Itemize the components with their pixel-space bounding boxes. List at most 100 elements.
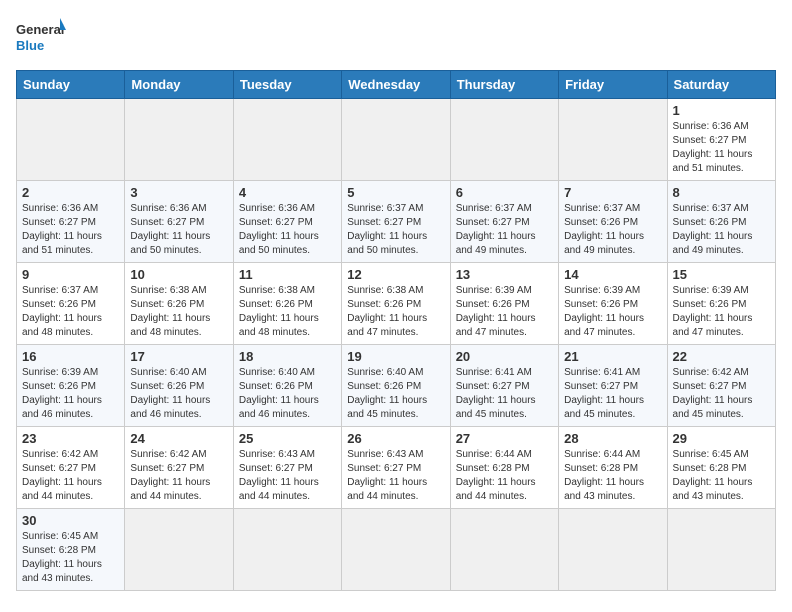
day-info: Sunrise: 6:45 AM Sunset: 6:28 PM Dayligh… [22,530,119,586]
calendar-cell: 27Sunrise: 6:44 AM Sunset: 6:28 PM Dayli… [450,427,558,509]
day-number: 14 [564,267,661,282]
logo-svg: General Blue [16,16,66,60]
day-info: Sunrise: 6:41 AM Sunset: 6:27 PM Dayligh… [564,366,661,422]
day-info: Sunrise: 6:36 AM Sunset: 6:27 PM Dayligh… [22,202,119,258]
day-info: Sunrise: 6:36 AM Sunset: 6:27 PM Dayligh… [673,120,770,176]
day-number: 11 [239,267,336,282]
day-info: Sunrise: 6:39 AM Sunset: 6:26 PM Dayligh… [564,284,661,340]
day-number: 19 [347,349,444,364]
weekday-header: Saturday [667,71,775,99]
day-number: 27 [456,431,553,446]
calendar-cell: 6 Sunrise: 6:37 AM Sunset: 6:27 PM Daylig… [450,181,558,263]
calendar-cell: 26 Sunrise: 6:43 AM Sunset: 6:27 PM Dayli… [342,427,450,509]
day-info: Sunrise: 6:36 AM Sunset: 6:27 PM Dayligh… [239,202,336,258]
day-info: Sunrise: 6:44 AM Sunset: 6:28 PM Dayligh… [564,448,661,504]
calendar-cell: 17 Sunrise: 6:40 AM Sunset: 6:26 PM Dayli… [125,345,233,427]
calendar-cell: 12 Sunrise: 6:38 AM Sunset: 6:26 PM Dayli… [342,263,450,345]
calendar-cell: 8Sunrise: 6:37 AM Sunset: 6:26 PM Daylig… [667,181,775,263]
day-info: Sunrise: 6:38 AM Sunset: 6:26 PM Dayligh… [347,284,444,340]
calendar-cell: 2 Sunrise: 6:36 AM Sunset: 6:27 PM Daylig… [17,181,125,263]
calendar-cell: 25 Sunrise: 6:43 AM Sunset: 6:27 PM Dayli… [233,427,341,509]
calendar-cell [233,99,341,181]
day-number: 4 [239,185,336,200]
calendar-cell [559,509,667,591]
calendar-cell: 14 Sunrise: 6:39 AM Sunset: 6:26 PM Dayli… [559,263,667,345]
page-header: General Blue [16,16,776,60]
day-info: Sunrise: 6:37 AM Sunset: 6:26 PM Dayligh… [22,284,119,340]
day-number: 15 [673,267,770,282]
day-info: Sunrise: 6:40 AM Sunset: 6:26 PM Dayligh… [130,366,227,422]
day-number: 17 [130,349,227,364]
day-number: 3 [130,185,227,200]
day-info: Sunrise: 6:45 AM Sunset: 6:28 PM Dayligh… [673,448,770,504]
day-number: 20 [456,349,553,364]
day-info: Sunrise: 6:39 AM Sunset: 6:26 PM Dayligh… [456,284,553,340]
day-number: 16 [22,349,119,364]
day-number: 22 [673,349,770,364]
calendar-cell: 21Sunrise: 6:41 AM Sunset: 6:27 PM Dayli… [559,345,667,427]
calendar-cell: 9 Sunrise: 6:37 AM Sunset: 6:26 PM Daylig… [17,263,125,345]
calendar-cell: 19 Sunrise: 6:40 AM Sunset: 6:26 PM Dayli… [342,345,450,427]
day-number: 5 [347,185,444,200]
day-number: 13 [456,267,553,282]
calendar-cell [125,509,233,591]
svg-text:General: General [16,22,64,37]
day-number: 2 [22,185,119,200]
day-info: Sunrise: 6:43 AM Sunset: 6:27 PM Dayligh… [239,448,336,504]
calendar-cell [667,509,775,591]
day-info: Sunrise: 6:37 AM Sunset: 6:26 PM Dayligh… [564,202,661,258]
day-number: 18 [239,349,336,364]
day-number: 25 [239,431,336,446]
day-number: 26 [347,431,444,446]
day-info: Sunrise: 6:39 AM Sunset: 6:26 PM Dayligh… [673,284,770,340]
weekday-header: Friday [559,71,667,99]
calendar-cell: 22Sunrise: 6:42 AM Sunset: 6:27 PM Dayli… [667,345,775,427]
calendar-cell: 11 Sunrise: 6:38 AM Sunset: 6:26 PM Dayli… [233,263,341,345]
calendar-cell: 7 Sunrise: 6:37 AM Sunset: 6:26 PM Daylig… [559,181,667,263]
weekday-header: Tuesday [233,71,341,99]
day-number: 24 [130,431,227,446]
day-number: 7 [564,185,661,200]
day-info: Sunrise: 6:40 AM Sunset: 6:26 PM Dayligh… [347,366,444,422]
calendar-cell: 5 Sunrise: 6:37 AM Sunset: 6:27 PM Daylig… [342,181,450,263]
day-info: Sunrise: 6:37 AM Sunset: 6:27 PM Dayligh… [456,202,553,258]
day-number: 9 [22,267,119,282]
day-info: Sunrise: 6:37 AM Sunset: 6:27 PM Dayligh… [347,202,444,258]
calendar-cell: 29 Sunrise: 6:45 AM Sunset: 6:28 PM Dayli… [667,427,775,509]
logo: General Blue [16,16,66,60]
day-info: Sunrise: 6:38 AM Sunset: 6:26 PM Dayligh… [130,284,227,340]
calendar-cell [17,99,125,181]
day-number: 6 [456,185,553,200]
calendar-cell [450,99,558,181]
weekday-header: Sunday [17,71,125,99]
calendar-cell: 1 Sunrise: 6:36 AM Sunset: 6:27 PM Daylig… [667,99,775,181]
day-info: Sunrise: 6:39 AM Sunset: 6:26 PM Dayligh… [22,366,119,422]
calendar-cell: 30Sunrise: 6:45 AM Sunset: 6:28 PM Dayli… [17,509,125,591]
calendar-cell: 16 Sunrise: 6:39 AM Sunset: 6:26 PM Dayli… [17,345,125,427]
calendar-cell [450,509,558,591]
calendar-cell: 10Sunrise: 6:38 AM Sunset: 6:26 PM Dayli… [125,263,233,345]
calendar-cell: 28 Sunrise: 6:44 AM Sunset: 6:28 PM Dayli… [559,427,667,509]
calendar-cell: 20 Sunrise: 6:41 AM Sunset: 6:27 PM Dayli… [450,345,558,427]
day-number: 12 [347,267,444,282]
day-number: 28 [564,431,661,446]
day-info: Sunrise: 6:40 AM Sunset: 6:26 PM Dayligh… [239,366,336,422]
weekday-header: Monday [125,71,233,99]
calendar-cell: 23Sunrise: 6:42 AM Sunset: 6:27 PM Dayli… [17,427,125,509]
weekday-header: Wednesday [342,71,450,99]
day-info: Sunrise: 6:43 AM Sunset: 6:27 PM Dayligh… [347,448,444,504]
calendar-table: SundayMondayTuesdayWednesdayThursdayFrid… [16,70,776,591]
day-number: 1 [673,103,770,118]
calendar-cell [342,99,450,181]
calendar-cell [125,99,233,181]
day-info: Sunrise: 6:42 AM Sunset: 6:27 PM Dayligh… [22,448,119,504]
calendar-cell [342,509,450,591]
day-info: Sunrise: 6:41 AM Sunset: 6:27 PM Dayligh… [456,366,553,422]
day-info: Sunrise: 6:42 AM Sunset: 6:27 PM Dayligh… [130,448,227,504]
day-number: 29 [673,431,770,446]
calendar-cell [559,99,667,181]
day-info: Sunrise: 6:38 AM Sunset: 6:26 PM Dayligh… [239,284,336,340]
svg-text:Blue: Blue [16,38,44,53]
calendar-cell: 4 Sunrise: 6:36 AM Sunset: 6:27 PM Daylig… [233,181,341,263]
calendar-cell: 3Sunrise: 6:36 AM Sunset: 6:27 PM Daylig… [125,181,233,263]
